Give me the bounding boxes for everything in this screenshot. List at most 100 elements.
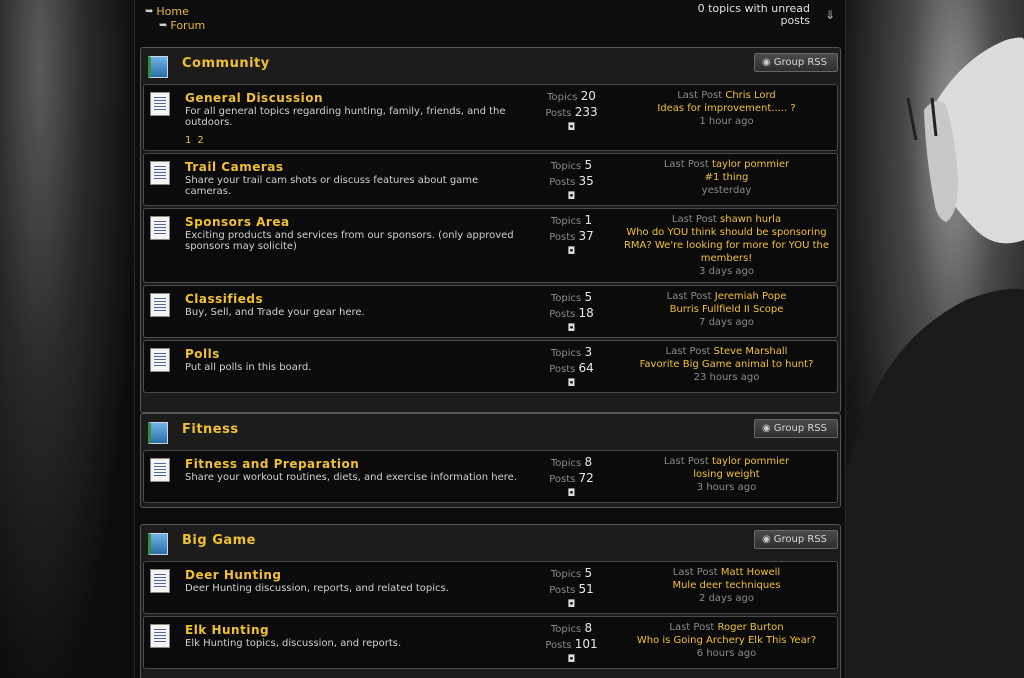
last-post-topic[interactable]: losing weight <box>619 468 834 481</box>
board-stats: Topics 8 Posts 72 ◘ <box>524 455 619 501</box>
feed-icon[interactable]: ◘ <box>524 190 619 204</box>
rss-icon: ◉ <box>762 534 771 545</box>
feed-icon[interactable]: ◘ <box>524 322 619 336</box>
group-rss-button[interactable]: ◉ Group RSS <box>754 419 838 438</box>
board-title[interactable]: Elk Hunting <box>185 623 269 637</box>
board-title[interactable]: Fitness and Preparation <box>185 457 359 471</box>
board-row: Deer Hunting Deer Hunting discussion, re… <box>143 561 838 614</box>
arrow-icon: ➥ <box>159 19 168 31</box>
last-post-time: yesterday <box>701 185 752 196</box>
board-document-icon <box>150 348 170 372</box>
last-post-topic[interactable]: Who is Going Archery Elk This Year? <box>619 634 834 647</box>
board-stats: Topics 5 Posts 18 ◘ <box>524 290 619 336</box>
last-post-topic[interactable]: #1 thing <box>619 171 834 184</box>
board-description: Share your workout routines, diets, and … <box>185 472 518 483</box>
board-title[interactable]: Polls <box>185 347 220 361</box>
group-rss-button[interactable]: ◉ Group RSS <box>754 530 838 549</box>
board-description: Deer Hunting discussion, reports, and re… <box>185 583 449 594</box>
rss-icon: ◉ <box>762 57 771 68</box>
board-title[interactable]: Classifieds <box>185 292 263 306</box>
board-title[interactable]: Trail Cameras <box>185 160 284 174</box>
topics-count: 5 <box>584 290 593 304</box>
group-title[interactable]: Big Game <box>182 533 256 548</box>
board-last-post: Last Post Roger Burton Who is Going Arch… <box>619 621 834 660</box>
board-last-post: Last Post shawn hurla Who do YOU think s… <box>619 213 834 278</box>
last-post-author[interactable]: Jeremiah Pope <box>715 291 787 302</box>
book-icon <box>148 533 168 555</box>
feed-icon[interactable]: ◘ <box>524 653 619 667</box>
page-link[interactable]: 2 <box>197 135 203 146</box>
group-rss-button[interactable]: ◉ Group RSS <box>754 53 838 72</box>
board-document-icon <box>150 293 170 317</box>
board-title[interactable]: Deer Hunting <box>185 568 281 582</box>
last-post-author[interactable]: taylor pommier <box>712 456 789 467</box>
board-stats: Topics 5 Posts 51 ◘ <box>524 566 619 612</box>
feed-icon[interactable]: ◘ <box>524 598 619 612</box>
group-title[interactable]: Community <box>182 56 270 71</box>
topics-count: 3 <box>584 345 593 359</box>
board-last-post: Last Post taylor pommier #1 thing yester… <box>619 158 834 197</box>
last-post-time: 7 days ago <box>699 317 754 328</box>
last-post-topic[interactable]: Burris Fullfield II Scope <box>619 303 834 316</box>
posts-count: 233 <box>574 105 598 119</box>
last-post-author[interactable]: Chris Lord <box>725 90 775 101</box>
topics-count: 8 <box>584 621 593 635</box>
board-stats: Topics 8 Posts 101 ◘ <box>524 621 619 667</box>
feed-icon[interactable]: ◘ <box>524 487 619 501</box>
group-title[interactable]: Fitness <box>182 422 239 437</box>
unread-topics-link[interactable]: 0 topics with unread posts <box>690 3 810 27</box>
last-post-time: 1 hour ago <box>699 116 754 127</box>
posts-count: 35 <box>578 174 594 188</box>
board-description: Buy, Sell, and Trade your gear here. <box>185 307 365 318</box>
topics-count: 8 <box>584 455 593 469</box>
last-post-author[interactable]: taylor pommier <box>712 159 789 170</box>
last-post-time: 23 hours ago <box>693 372 760 383</box>
feed-icon[interactable]: ◘ <box>524 121 619 135</box>
board-row: Elk Hunting Elk Hunting topics, discussi… <box>143 616 838 669</box>
posts-count: 101 <box>574 637 598 651</box>
board-title[interactable]: Sponsors Area <box>185 215 290 229</box>
board-stats: Topics 20 Posts 233 ◘ <box>524 89 619 135</box>
feed-icon[interactable]: ◘ <box>524 245 619 259</box>
last-post-author[interactable]: shawn hurla <box>720 214 781 225</box>
last-post-topic[interactable]: Who do YOU think should be sponsoring RM… <box>619 226 834 265</box>
last-post-topic[interactable]: Favorite Big Game animal to hunt? <box>619 358 834 371</box>
board-row: Classifieds Buy, Sell, and Trade your ge… <box>143 285 838 338</box>
topics-count: 1 <box>584 213 593 227</box>
breadcrumb-forum[interactable]: ➥ Forum <box>159 18 205 32</box>
topics-count: 20 <box>580 89 596 103</box>
board-title[interactable]: General Discussion <box>185 91 323 105</box>
last-post-author[interactable]: Roger Burton <box>718 622 784 633</box>
last-post-author[interactable]: Matt Howell <box>721 567 780 578</box>
posts-count: 72 <box>578 471 594 485</box>
board-last-post: Last Post taylor pommier losing weight 3… <box>619 455 834 494</box>
board-document-icon <box>150 161 170 185</box>
last-post-topic[interactable]: Mule deer techniques <box>619 579 834 592</box>
last-post-time: 3 days ago <box>699 266 754 277</box>
feed-icon[interactable]: ◘ <box>524 377 619 391</box>
last-post-topic[interactable]: Ideas for improvement..... ? <box>619 102 834 115</box>
board-description: For all general topics regarding hunting… <box>185 106 506 128</box>
unread-icon[interactable]: ⇓ <box>825 8 835 22</box>
last-post-time: 2 days ago <box>699 593 754 604</box>
forum-main-column: ➥ Home ➥ Forum 0 topics with unread posts … <box>134 0 846 678</box>
board-description: Elk Hunting topics, discussion, and repo… <box>185 638 402 649</box>
page-link[interactable]: 1 <box>185 135 191 146</box>
posts-count: 64 <box>578 361 594 375</box>
board-row: Sponsors Area Exciting products and serv… <box>143 208 838 283</box>
board-last-post: Last Post Steve Marshall Favorite Big Ga… <box>619 345 834 384</box>
board-document-icon <box>150 92 170 116</box>
posts-count: 51 <box>578 582 594 596</box>
topics-count: 5 <box>584 158 593 172</box>
board-row: Polls Put all polls in this board. Topic… <box>143 340 838 393</box>
background-goat-image <box>846 0 1024 678</box>
posts-count: 37 <box>578 229 594 243</box>
book-icon <box>148 56 168 78</box>
board-document-icon <box>150 569 170 593</box>
board-stats: Topics 1 Posts 37 ◘ <box>524 213 619 259</box>
last-post-time: 6 hours ago <box>696 648 757 659</box>
last-post-author[interactable]: Steve Marshall <box>714 346 788 357</box>
breadcrumb-home[interactable]: ➥ Home <box>145 4 205 18</box>
board-stats: Topics 3 Posts 64 ◘ <box>524 345 619 391</box>
board-description: Exciting products and services from our … <box>185 230 514 252</box>
